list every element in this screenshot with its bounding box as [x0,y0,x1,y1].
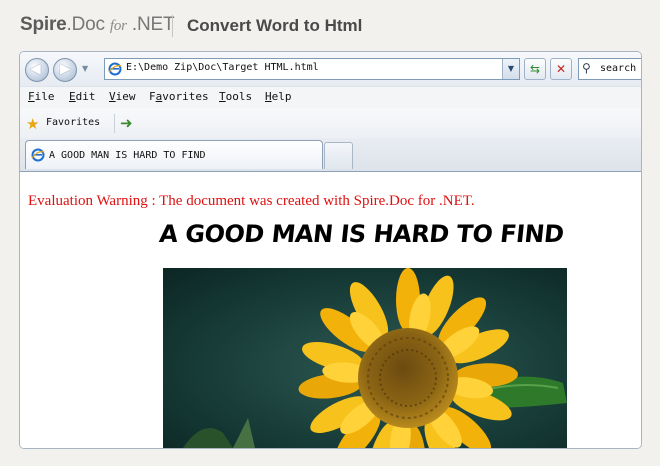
page-content: Evaluation Warning : The document was cr… [20,172,641,448]
search-input[interactable]: ⚲ search [578,58,641,80]
tab-current[interactable]: A GOOD MAN IS HARD TO FIND [25,140,323,169]
stop-button[interactable]: ✕ [550,58,572,80]
refresh-button[interactable]: ⇆ [524,58,546,80]
search-text[interactable]: search [600,63,636,74]
history-dropdown-icon[interactable]: ▼ [82,64,88,73]
stop-icon: ✕ [555,62,567,76]
new-tab-button[interactable] [324,142,353,169]
menu-file[interactable]: File [28,90,55,103]
forward-arrow-icon: ▶ [60,61,71,77]
banner-title: Convert Word to Html [187,16,363,35]
banner-divider [172,15,173,37]
search-icon: ⚲ [582,61,591,75]
ie-page-icon [108,62,122,76]
brand-logo: Spire.Doc for .NET [20,14,175,35]
sunflower-image [163,268,567,448]
tab-strip: A GOOD MAN IS HARD TO FIND [20,138,641,172]
document-title: A GOOD MAN IS HARD TO FIND [157,220,566,248]
menu-tools[interactable]: Tools [219,90,252,103]
evaluation-warning: Evaluation Warning : The document was cr… [28,193,475,209]
forward-button[interactable]: ▶ [53,58,77,82]
add-favorite-icon[interactable]: ➜ [120,114,133,132]
back-arrow-icon: ◀ [30,61,41,77]
favorites-bar: ★ Favorites ➜ [20,108,641,138]
refresh-icon: ⇆ [529,62,541,76]
menu-help[interactable]: Help [265,90,292,103]
menu-edit[interactable]: Edit [69,90,96,103]
address-bar[interactable]: E:\Demo Zip\Doc\Target HTML.html ▼ [104,58,520,80]
ie-page-icon [31,148,45,162]
product-banner: Spire.Doc for .NET Convert Word to Html [0,0,660,50]
menu-bar: File Edit View Favorites Tools Help [20,86,641,109]
address-toolbar: ◀ ▶ ▼ E:\Demo Zip\Doc\Target HTML.html ▼… [20,52,641,86]
menu-favorites[interactable]: Favorites [149,90,209,103]
browser-window: ◀ ▶ ▼ E:\Demo Zip\Doc\Target HTML.html ▼… [19,51,642,449]
address-dropdown-icon[interactable]: ▼ [502,59,519,79]
star-icon[interactable]: ★ [26,115,39,133]
address-url[interactable]: E:\Demo Zip\Doc\Target HTML.html [126,62,319,73]
favorites-button[interactable]: Favorites [46,117,100,128]
menu-file-rest: ile [34,90,55,103]
back-button[interactable]: ◀ [25,58,49,82]
tab-title: A GOOD MAN IS HARD TO FIND [49,150,206,161]
favorites-divider [114,114,115,133]
menu-view[interactable]: View [109,90,136,103]
